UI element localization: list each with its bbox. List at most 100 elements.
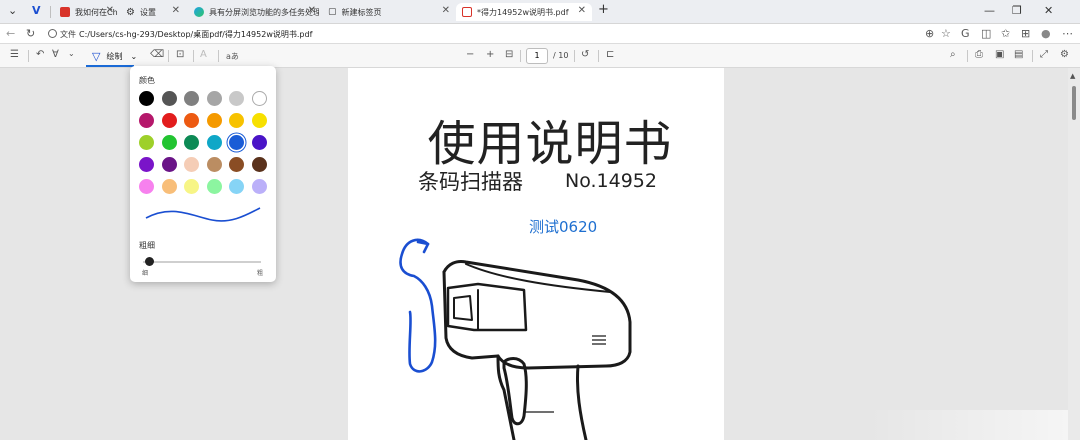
close-icon[interactable]: ✕ — [106, 5, 114, 16]
address-input[interactable]: C:/Users/cs-hg-293/Desktop/桌面pdf/得力14952… — [79, 29, 312, 40]
color-swatch[interactable] — [184, 157, 199, 172]
thickness-slider-knob[interactable] — [145, 257, 154, 266]
more-menu-icon[interactable]: ⋯ — [1062, 27, 1073, 40]
favorite-star-icon[interactable]: ☆ — [941, 27, 951, 40]
minimize-icon[interactable]: — — [984, 4, 995, 17]
draw-pen-icon: ▽ — [92, 49, 101, 63]
tab-pdf[interactable]: *得力14952w说明书.pdf ✕ — [456, 3, 592, 21]
vertical-scrollbar[interactable]: ▲ — [1068, 68, 1080, 440]
collections-icon[interactable]: ⊞ — [1021, 27, 1030, 40]
pdf-toolbar: ☰ ↶ ∀ ⌄ ▽ 绘制 ⌄ ⌫ ⊡ A aあ − + ⊟ 1 / 10 ↺ ⊏… — [0, 44, 1080, 68]
favorites-icon[interactable]: ✩ — [1001, 27, 1010, 40]
tab-bar: ⌄ V 我如何在Ch ✕ ⚙ 设置 ✕ 具有分屏浏览功能的多任务处理 | ✕ ▢… — [0, 0, 1080, 24]
profile-avatar-icon[interactable]: ● — [1041, 27, 1051, 40]
color-swatch[interactable] — [251, 113, 267, 128]
color-swatch[interactable] — [229, 91, 244, 106]
address-bar: ← ↻ 文件 C:/Users/cs-hg-293/Desktop/桌面pdf/… — [0, 24, 1080, 44]
color-swatch[interactable] — [229, 179, 244, 194]
rotate-icon[interactable]: ↺ — [581, 49, 589, 60]
add-text-icon[interactable]: ⊡ — [176, 49, 184, 60]
tab-label: *得力14952w说明书.pdf — [477, 7, 569, 17]
undo-icon[interactable]: ↶ — [36, 49, 44, 60]
close-icon[interactable]: ✕ — [442, 5, 450, 16]
color-swatch[interactable] — [161, 91, 177, 106]
draw-label: 绘制 — [106, 51, 123, 61]
tab-actions-chevron-icon[interactable]: ⌄ — [8, 4, 17, 17]
save-icon[interactable]: ▣ — [995, 49, 1004, 60]
restore-icon[interactable]: ❐ — [1012, 4, 1022, 17]
color-swatch[interactable] — [229, 135, 244, 150]
zoom-icon[interactable]: ⊕ — [925, 27, 934, 40]
tab-site-51[interactable]: 我如何在Ch ✕ — [54, 3, 120, 21]
fit-page-icon[interactable]: ⊟ — [505, 49, 513, 60]
scroll-thumb[interactable] — [1072, 86, 1076, 120]
color-swatch[interactable] — [229, 113, 244, 128]
color-swatch[interactable] — [206, 113, 222, 128]
file-label: 文件 — [60, 30, 76, 39]
color-swatch[interactable] — [251, 135, 267, 150]
color-swatch[interactable] — [184, 91, 199, 106]
search-icon[interactable]: ⌕ — [950, 49, 956, 60]
page-number-input[interactable]: 1 — [526, 48, 548, 64]
color-swatch[interactable] — [206, 135, 222, 150]
highlight-icon[interactable]: ∀ — [52, 49, 59, 60]
zoom-in-icon[interactable]: + — [486, 49, 494, 60]
tab-label: 新建标签页 — [341, 7, 382, 17]
color-swatch[interactable] — [229, 157, 244, 172]
color-swatch[interactable] — [161, 135, 177, 150]
edge-icon — [194, 7, 204, 17]
color-swatch[interactable] — [139, 179, 154, 194]
color-swatch[interactable] — [161, 113, 177, 128]
color-swatch[interactable] — [206, 179, 222, 194]
color-swatch[interactable] — [161, 157, 177, 172]
highlight-chevron-icon[interactable]: ⌄ — [68, 49, 75, 58]
close-icon[interactable]: ✕ — [578, 5, 586, 16]
refresh-icon[interactable]: ↻ — [26, 27, 35, 40]
pdf-page[interactable]: 使用说明书 条码扫描器 No.14952 测试0620 — [348, 68, 724, 440]
color-swatch[interactable] — [251, 179, 267, 194]
color-swatch[interactable] — [161, 179, 177, 194]
zoom-out-icon[interactable]: − — [466, 49, 474, 60]
split-screen-icon[interactable]: ◫ — [981, 27, 991, 40]
fullscreen-icon[interactable]: ⤢ — [1040, 49, 1048, 60]
info-icon[interactable] — [48, 29, 57, 38]
close-window-icon[interactable]: ✕ — [1044, 4, 1053, 17]
tab-split-screen[interactable]: 具有分屏浏览功能的多任务处理 | ✕ — [188, 3, 322, 21]
close-icon[interactable]: ✕ — [172, 5, 180, 16]
read-aloud-button[interactable]: aあ — [226, 51, 239, 62]
color-swatch[interactable] — [184, 113, 199, 128]
thickness-heading: 粗细 — [139, 241, 155, 250]
refresh-page-icon[interactable]: G — [961, 27, 970, 40]
close-icon[interactable]: ✕ — [308, 5, 316, 16]
print-icon[interactable]: ⎙ — [975, 49, 983, 60]
scroll-up-icon[interactable]: ▲ — [1070, 72, 1075, 80]
draw-chevron-icon[interactable]: ⌄ — [130, 52, 137, 61]
page-view-icon[interactable]: ⊏ — [606, 49, 614, 60]
back-icon[interactable]: ← — [6, 27, 15, 40]
pdf-icon — [462, 7, 472, 17]
color-swatch[interactable] — [139, 113, 154, 128]
tab-settings[interactable]: ⚙ 设置 ✕ — [120, 3, 186, 21]
new-tab-plus-icon[interactable]: + — [598, 2, 609, 17]
color-swatch[interactable] — [139, 91, 154, 106]
save-as-icon[interactable]: ▤ — [1014, 49, 1023, 60]
browser-logo-icon[interactable]: V — [32, 4, 41, 17]
color-swatch[interactable] — [184, 135, 199, 150]
color-swatch[interactable] — [184, 179, 199, 194]
color-swatch[interactable] — [251, 157, 267, 172]
contents-icon[interactable]: ☰ — [10, 49, 19, 60]
stroke-preview — [145, 207, 261, 222]
color-heading: 颜色 — [139, 76, 155, 85]
text-tool-icon[interactable]: A — [200, 49, 207, 60]
color-swatch[interactable] — [139, 135, 154, 150]
color-swatch[interactable] — [251, 91, 267, 106]
color-swatch[interactable] — [206, 157, 222, 172]
color-swatch[interactable] — [206, 91, 222, 106]
tab-new-tab[interactable]: ▢ 新建标签页 ✕ — [322, 3, 456, 21]
settings-gear-icon[interactable]: ⚙ — [1060, 49, 1069, 60]
eraser-icon[interactable]: ⌫ — [150, 49, 164, 60]
thickness-slider-track[interactable] — [143, 261, 261, 263]
color-swatch[interactable] — [139, 157, 154, 172]
newtab-icon: ▢ — [328, 7, 337, 17]
draw-button[interactable]: ▽ 绘制 ⌄ — [86, 47, 146, 65]
